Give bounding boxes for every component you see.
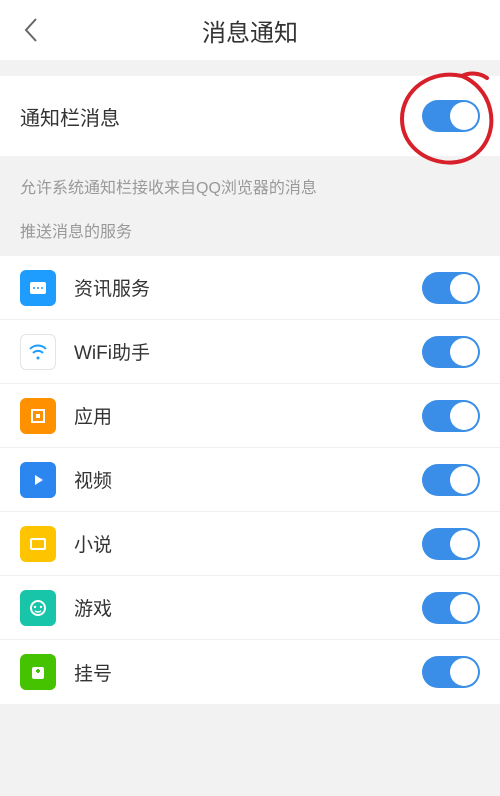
item-label: WiFi助手 <box>74 338 422 365</box>
list-item-register: 挂号 <box>0 640 500 704</box>
main-toggle-label: 通知栏消息 <box>20 102 120 131</box>
main-toggle-row: 通知栏消息 <box>0 76 500 156</box>
section-header: 推送消息的服务 <box>0 210 500 256</box>
toggle-description: 允许系统通知栏接收来自QQ浏览器的消息 <box>0 156 500 210</box>
list-item-video: 视频 <box>0 448 500 512</box>
list-item-game: 游戏 <box>0 576 500 640</box>
toggle-register[interactable] <box>422 656 480 688</box>
toggle-news[interactable] <box>422 272 480 304</box>
page-title: 消息通知 <box>202 13 298 48</box>
toggle-video[interactable] <box>422 464 480 496</box>
toggle-app[interactable] <box>422 400 480 432</box>
item-label: 视频 <box>74 466 422 493</box>
main-toggle[interactable] <box>422 100 480 132</box>
list-item-app: 应用 <box>0 384 500 448</box>
wifi-icon <box>20 334 56 370</box>
item-label: 游戏 <box>74 594 422 621</box>
toggle-novel[interactable] <box>422 528 480 560</box>
service-list: 资讯服务 WiFi助手 应用 视频 小说 游戏 <box>0 256 500 704</box>
novel-icon <box>20 526 56 562</box>
item-label: 资讯服务 <box>74 274 422 301</box>
list-item-news: 资讯服务 <box>0 256 500 320</box>
item-label: 应用 <box>74 402 422 429</box>
toggle-knob <box>450 102 478 130</box>
toggle-wifi[interactable] <box>422 336 480 368</box>
item-label: 小说 <box>74 530 422 557</box>
back-button[interactable] <box>16 15 46 45</box>
toggle-game[interactable] <box>422 592 480 624</box>
chevron-left-icon <box>23 17 39 43</box>
header: 消息通知 <box>0 0 500 60</box>
item-label: 挂号 <box>74 659 422 686</box>
game-icon <box>20 590 56 626</box>
list-item-novel: 小说 <box>0 512 500 576</box>
app-icon <box>20 398 56 434</box>
video-icon <box>20 462 56 498</box>
register-icon <box>20 654 56 690</box>
list-item-wifi: WiFi助手 <box>0 320 500 384</box>
news-icon <box>20 270 56 306</box>
